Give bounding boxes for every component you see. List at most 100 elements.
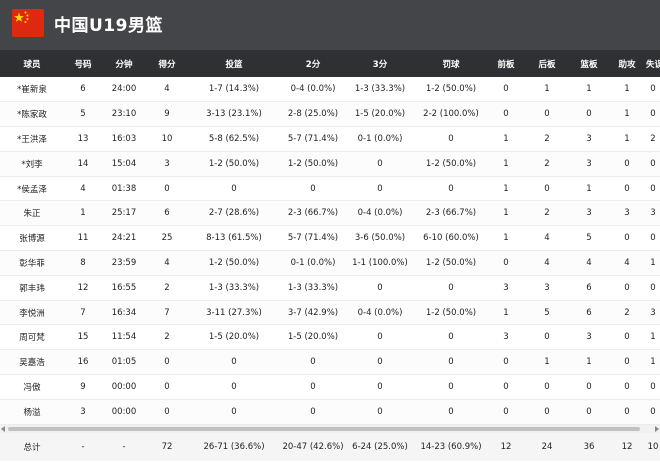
stat-cell: 15:04 bbox=[111, 158, 137, 169]
stat-cell: 5-7 (71.4%) bbox=[287, 133, 339, 144]
stat-cell: 1-5 (20.0%) bbox=[287, 332, 339, 343]
totals-label: 总计 bbox=[0, 433, 64, 461]
stat-cell: 0 bbox=[377, 158, 383, 169]
stat-cell: 16:34 bbox=[111, 307, 137, 318]
stat-cell: 0-4 (0.0%) bbox=[357, 307, 403, 318]
stat-cell: 01:38 bbox=[111, 183, 137, 194]
stat-cell: 4 bbox=[544, 257, 550, 268]
stat-cell: 1-2 (50.0%) bbox=[425, 307, 477, 318]
column-header: 号码 bbox=[74, 59, 92, 70]
stat-cell: 2-3 (66.7%) bbox=[287, 208, 339, 219]
table-row: 冯傲 9 00:00 0 0 0 0 0 0 0 0 0 0 bbox=[0, 374, 660, 400]
stat-cell: 25 bbox=[161, 233, 173, 244]
stat-cell: 1-2 (50.0%) bbox=[208, 257, 260, 268]
column-header: 3分 bbox=[372, 59, 388, 70]
table-row: 张博源 11 24:21 25 8-13 (61.5%) 5-7 (71.4%) 3-6 (… bbox=[0, 225, 660, 251]
table-row: 杨溢 3 00:00 0 0 0 0 0 0 0 0 0 0 bbox=[0, 399, 660, 425]
stat-cell: 0 bbox=[586, 381, 592, 392]
stat-cell: 1 bbox=[503, 208, 509, 219]
stat-cell: 3 bbox=[544, 282, 550, 293]
stat-cell: 1 bbox=[586, 357, 592, 368]
player-name: 吴嘉浩 bbox=[19, 358, 45, 369]
totals-cell: 12 bbox=[488, 433, 524, 461]
stat-cell: 1 bbox=[650, 257, 656, 268]
stat-cell: 5-8 (62.5%) bbox=[208, 133, 260, 144]
stat-cell: 4 bbox=[164, 257, 170, 268]
stat-cell: 3 bbox=[586, 133, 592, 144]
column-header: 球员 bbox=[23, 59, 41, 70]
china-flag-icon bbox=[12, 9, 44, 37]
stat-cell: 16 bbox=[77, 357, 89, 368]
stat-cell: 0 bbox=[377, 357, 383, 368]
player-name: *崔新泉 bbox=[17, 85, 47, 96]
totals-cell: 36 bbox=[570, 433, 608, 461]
column-header: 2分 bbox=[305, 59, 321, 70]
stat-cell: 2-7 (28.6%) bbox=[208, 208, 260, 219]
stat-cell: 1-2 (50.0%) bbox=[287, 158, 339, 169]
stat-cell: 1 bbox=[624, 133, 630, 144]
player-name: 郭丰玮 bbox=[19, 283, 45, 294]
stat-cell: 6-10 (60.0%) bbox=[423, 233, 479, 244]
stat-cell: 0 bbox=[624, 357, 630, 368]
stat-cell: 8-13 (61.5%) bbox=[206, 233, 262, 244]
team-header: 中国U19男篮 bbox=[0, 0, 660, 50]
player-name: 周可梵 bbox=[19, 333, 45, 344]
scrollbar-thumb[interactable] bbox=[8, 427, 640, 431]
stat-cell: 0 bbox=[650, 109, 656, 120]
table-row: *王洪泽 13 16:03 10 5-8 (62.5%) 5-7 (71.4%) 0-1 (… bbox=[0, 126, 660, 152]
stat-cell: 2 bbox=[164, 282, 170, 293]
stat-cell: 0 bbox=[231, 183, 237, 194]
column-header: 分钟 bbox=[115, 59, 133, 70]
stat-cell: 16:03 bbox=[111, 133, 137, 144]
stat-cell: 2-2 (100.0%) bbox=[423, 109, 479, 120]
stat-cell: 3-13 (23.1%) bbox=[206, 109, 262, 120]
stat-cell: 0 bbox=[624, 381, 630, 392]
stat-cell: 2 bbox=[544, 133, 550, 144]
horizontal-scrollbar[interactable] bbox=[0, 425, 660, 433]
stat-cell: 3 bbox=[164, 158, 170, 169]
stat-cell: 7 bbox=[80, 307, 86, 318]
stat-cell: 3 bbox=[80, 406, 86, 417]
stat-cell: 0-4 (0.0%) bbox=[290, 84, 336, 95]
stat-cell: 1 bbox=[586, 84, 592, 95]
stat-cell: 7 bbox=[164, 307, 170, 318]
stat-cell: 2 bbox=[544, 158, 550, 169]
stat-cell: 0 bbox=[544, 406, 550, 417]
stat-cell: 0 bbox=[650, 158, 656, 169]
stat-cell: 16:55 bbox=[111, 282, 137, 293]
stat-cell: 0-4 (0.0%) bbox=[357, 208, 403, 219]
totals-cell: 20-47 (42.6%) bbox=[280, 433, 346, 461]
stat-cell: 23:59 bbox=[111, 257, 137, 268]
totals-cell: - bbox=[64, 433, 102, 461]
stat-cell: 2-3 (66.7%) bbox=[425, 208, 477, 219]
stat-cell: 1-5 (20.0%) bbox=[208, 332, 260, 343]
scroll-left-arrow-icon[interactable] bbox=[1, 426, 5, 432]
stat-cell: 0 bbox=[310, 406, 316, 417]
stat-cell: 0 bbox=[448, 406, 454, 417]
stat-cell: 0 bbox=[503, 257, 509, 268]
stat-cell: 6 bbox=[80, 84, 86, 95]
stat-cell: 4 bbox=[586, 257, 592, 268]
column-header: 投篮 bbox=[225, 59, 243, 70]
stat-cell: 0 bbox=[624, 406, 630, 417]
stat-cell: 3 bbox=[586, 158, 592, 169]
stat-cell: 5 bbox=[544, 307, 550, 318]
stat-cell: 2 bbox=[164, 332, 170, 343]
stat-cell: 9 bbox=[80, 381, 86, 392]
totals-cell: 10 bbox=[646, 433, 660, 461]
stat-cell: 6 bbox=[586, 307, 592, 318]
stat-cell: 14 bbox=[77, 158, 89, 169]
stat-cell: 15 bbox=[77, 332, 89, 343]
stat-cell: 0 bbox=[624, 282, 630, 293]
stat-cell: 1 bbox=[624, 109, 630, 120]
stat-cell: 0 bbox=[544, 381, 550, 392]
scroll-right-arrow-icon[interactable] bbox=[655, 426, 659, 432]
stat-cell: 1-3 (33.3%) bbox=[354, 84, 406, 95]
stat-cell: 0 bbox=[503, 84, 509, 95]
stat-cell: 3 bbox=[586, 208, 592, 219]
stat-cell: 0 bbox=[624, 158, 630, 169]
team-name: 中国U19男篮 bbox=[54, 16, 163, 36]
stat-cell: 0 bbox=[586, 406, 592, 417]
stat-cell: 1-1 (100.0%) bbox=[352, 257, 408, 268]
stat-cell: 0 bbox=[377, 332, 383, 343]
